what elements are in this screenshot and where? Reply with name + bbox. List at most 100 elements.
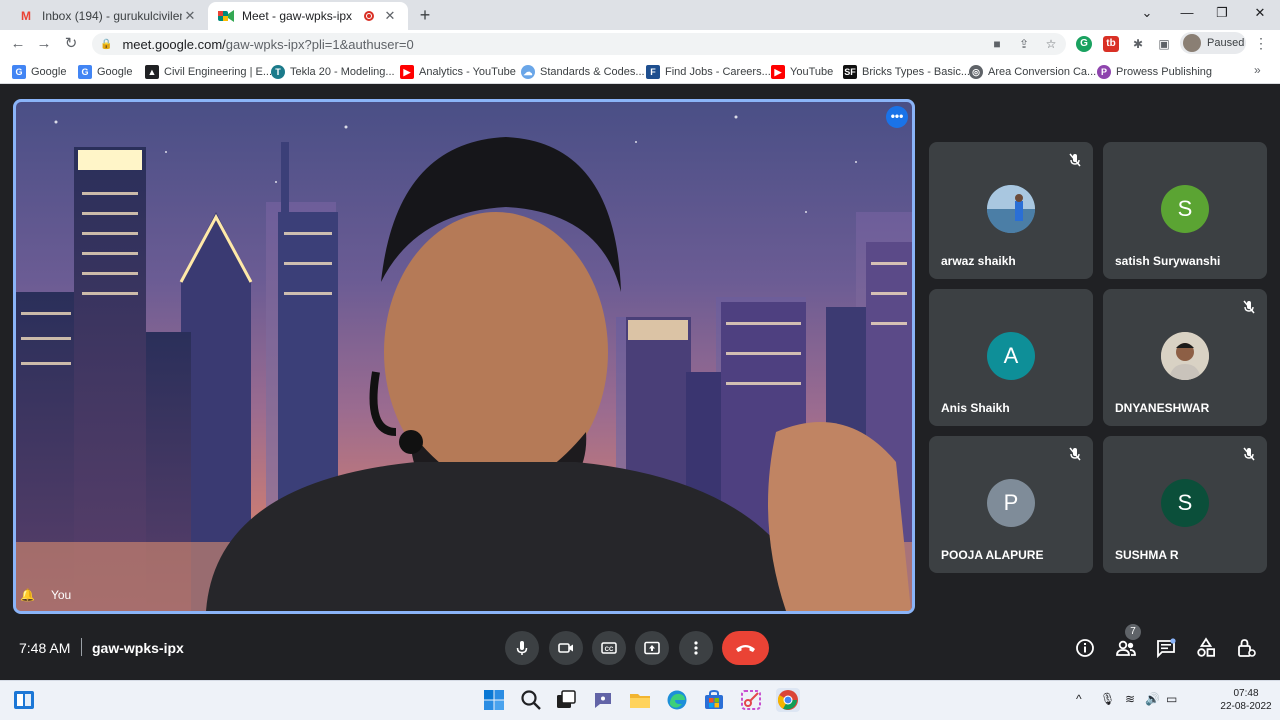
task-view-icon[interactable] — [554, 688, 578, 712]
activities-button[interactable] — [1194, 636, 1218, 660]
microphone-tray-icon[interactable]: 🎙 — [1100, 692, 1115, 706]
avatar — [1183, 34, 1201, 52]
bookmark-item[interactable]: ◎ Area Conversion Ca... — [969, 64, 1096, 80]
microsoft-store-icon[interactable] — [702, 688, 726, 712]
bookmark-item[interactable]: G Google — [12, 64, 66, 80]
battery-icon[interactable]: ▭ — [1166, 692, 1177, 706]
chat-button[interactable] — [1154, 636, 1178, 660]
lock-person-icon — [1238, 639, 1256, 657]
meeting-details-button[interactable] — [1073, 636, 1097, 660]
gmail-icon: M — [21, 9, 31, 23]
tekla-icon: T — [271, 65, 285, 79]
avatar — [987, 185, 1035, 233]
meeting-clock: 7:48 AM — [19, 640, 71, 656]
participant-tile[interactable]: A Anis Shaikh — [929, 289, 1093, 426]
minimize-button[interactable]: — — [1170, 0, 1204, 26]
reload-icon[interactable]: ↻ — [60, 33, 82, 55]
volume-icon[interactable]: 🔊 — [1145, 692, 1160, 706]
bookmark-item[interactable]: P Prowess Publishing — [1097, 64, 1212, 80]
participant-tile[interactable]: P POOJA ALAPURE — [929, 436, 1093, 573]
city-background-illustration — [16, 115, 912, 611]
snipping-tool-icon[interactable] — [739, 688, 763, 712]
mic-off-icon — [1243, 300, 1255, 314]
participant-tile[interactable]: arwaz shaikh — [929, 142, 1093, 279]
present-now-button[interactable] — [635, 631, 669, 665]
bookmarks-overflow-icon[interactable]: » — [1254, 63, 1261, 77]
participant-tile[interactable]: DNYANESHWAR — [1103, 289, 1267, 426]
edge-icon[interactable] — [665, 688, 689, 712]
videocam-icon — [558, 643, 573, 653]
pin-icon[interactable]: 🔔 — [20, 588, 35, 602]
system-clock[interactable]: 07:48 22-08-2022 — [1220, 687, 1272, 713]
file-explorer-icon[interactable] — [628, 688, 652, 712]
tab-gmail[interactable]: M Inbox (194) - gurukulcivilengineer ✕ — [8, 2, 208, 30]
share-icon[interactable]: ⇪ — [1015, 36, 1033, 52]
chrome-menu-icon[interactable]: ⋮ — [1254, 34, 1268, 52]
bookmark-item[interactable]: ☁ Standards & Codes... — [521, 64, 645, 80]
profile-button[interactable]: Paused — [1180, 32, 1246, 54]
bookmark-item[interactable]: SF Bricks Types - Basic... — [843, 64, 970, 80]
forward-icon[interactable]: → — [33, 33, 55, 55]
leave-call-button[interactable] — [722, 631, 769, 665]
tab-meet[interactable]: Meet - gaw-wpks-ipx ✕ — [208, 2, 408, 30]
microphone-button[interactable] — [505, 631, 539, 665]
teams-chat-icon[interactable] — [591, 688, 615, 712]
bookmark-star-icon[interactable]: ☆ — [1042, 36, 1060, 52]
bookmark-label: Find Jobs - Careers... — [665, 66, 771, 78]
avatar: S — [1161, 185, 1209, 233]
google-icon: G — [12, 65, 26, 79]
avatar: A — [987, 332, 1035, 380]
tray-overflow-icon[interactable]: ^ — [1076, 692, 1082, 706]
bookmark-label: Google — [97, 66, 133, 78]
bookmark-label: Bricks Types - Basic... — [862, 66, 970, 78]
bookmark-item[interactable]: G Google — [78, 64, 132, 80]
search-icon[interactable] — [519, 688, 543, 712]
participant-tile[interactable]: S SUSHMA R — [1103, 436, 1267, 573]
close-window-button[interactable]: ✕ — [1243, 0, 1277, 26]
host-controls-button[interactable] — [1234, 636, 1258, 660]
new-tab-button[interactable]: + — [414, 4, 436, 26]
more-options-icon[interactable]: ••• — [886, 106, 908, 128]
close-icon[interactable]: ✕ — [182, 8, 198, 24]
start-icon[interactable] — [482, 688, 506, 712]
widgets-icon[interactable] — [12, 688, 36, 712]
bookmark-label: YouTube — [790, 66, 834, 78]
avatar — [1161, 332, 1209, 380]
camera-button[interactable] — [549, 631, 583, 665]
url-host: meet.google.com/ — [122, 36, 226, 52]
avatar: P — [987, 479, 1035, 527]
closed-captions-icon: CC — [601, 642, 617, 654]
back-icon[interactable]: ← — [7, 33, 29, 55]
google-icon: G — [78, 65, 92, 79]
side-panel-icon[interactable]: ▣ — [1155, 36, 1173, 52]
grammarly-extension-icon[interactable]: G — [1076, 36, 1092, 52]
info-icon — [1076, 639, 1094, 657]
captions-button[interactable]: CC — [592, 631, 626, 665]
self-name-label: 🔔 You — [20, 588, 71, 602]
self-name: You — [50, 588, 72, 602]
bookmark-item[interactable]: F Find Jobs - Careers... — [646, 64, 771, 80]
chrome-taskbar-icon[interactable] — [776, 688, 800, 712]
wifi-icon[interactable]: ≋ — [1125, 692, 1135, 706]
bookmark-item[interactable]: ▶ Analytics - YouTube — [400, 64, 516, 80]
camera-icon[interactable]: ■ — [988, 36, 1006, 52]
extension-icon[interactable]: tb — [1103, 36, 1119, 52]
self-video-tile[interactable] — [13, 99, 915, 614]
more-options-button[interactable] — [679, 631, 713, 665]
participant-name: Anis Shaikh — [941, 401, 1010, 415]
tab-search-icon[interactable]: ⌄ — [1130, 0, 1164, 26]
bookmark-label: Google — [31, 66, 67, 78]
address-bar[interactable]: 🔒 meet.google.com/gaw-wpks-ipx?pli=1&aut… — [92, 33, 1066, 55]
bookmark-item[interactable]: T Tekla 20 - Modeling... — [271, 64, 395, 80]
bookmark-item[interactable]: ▶ YouTube — [771, 64, 833, 80]
bookmark-item[interactable]: ▲ Civil Engineering | E... — [145, 64, 272, 80]
youtube-icon: ▶ — [400, 65, 414, 79]
site-icon: ▲ — [145, 65, 159, 79]
close-icon[interactable]: ✕ — [382, 8, 398, 24]
participant-tile[interactable]: S satish Surywanshi — [1103, 142, 1267, 279]
avatar: S — [1161, 479, 1209, 527]
extensions-puzzle-icon[interactable]: ✱ — [1129, 36, 1147, 52]
maximize-button[interactable]: ❐ — [1205, 0, 1239, 26]
url-path: gaw-wpks-ipx?pli=1&authuser=0 — [225, 36, 414, 52]
mic-off-icon — [1069, 153, 1081, 167]
